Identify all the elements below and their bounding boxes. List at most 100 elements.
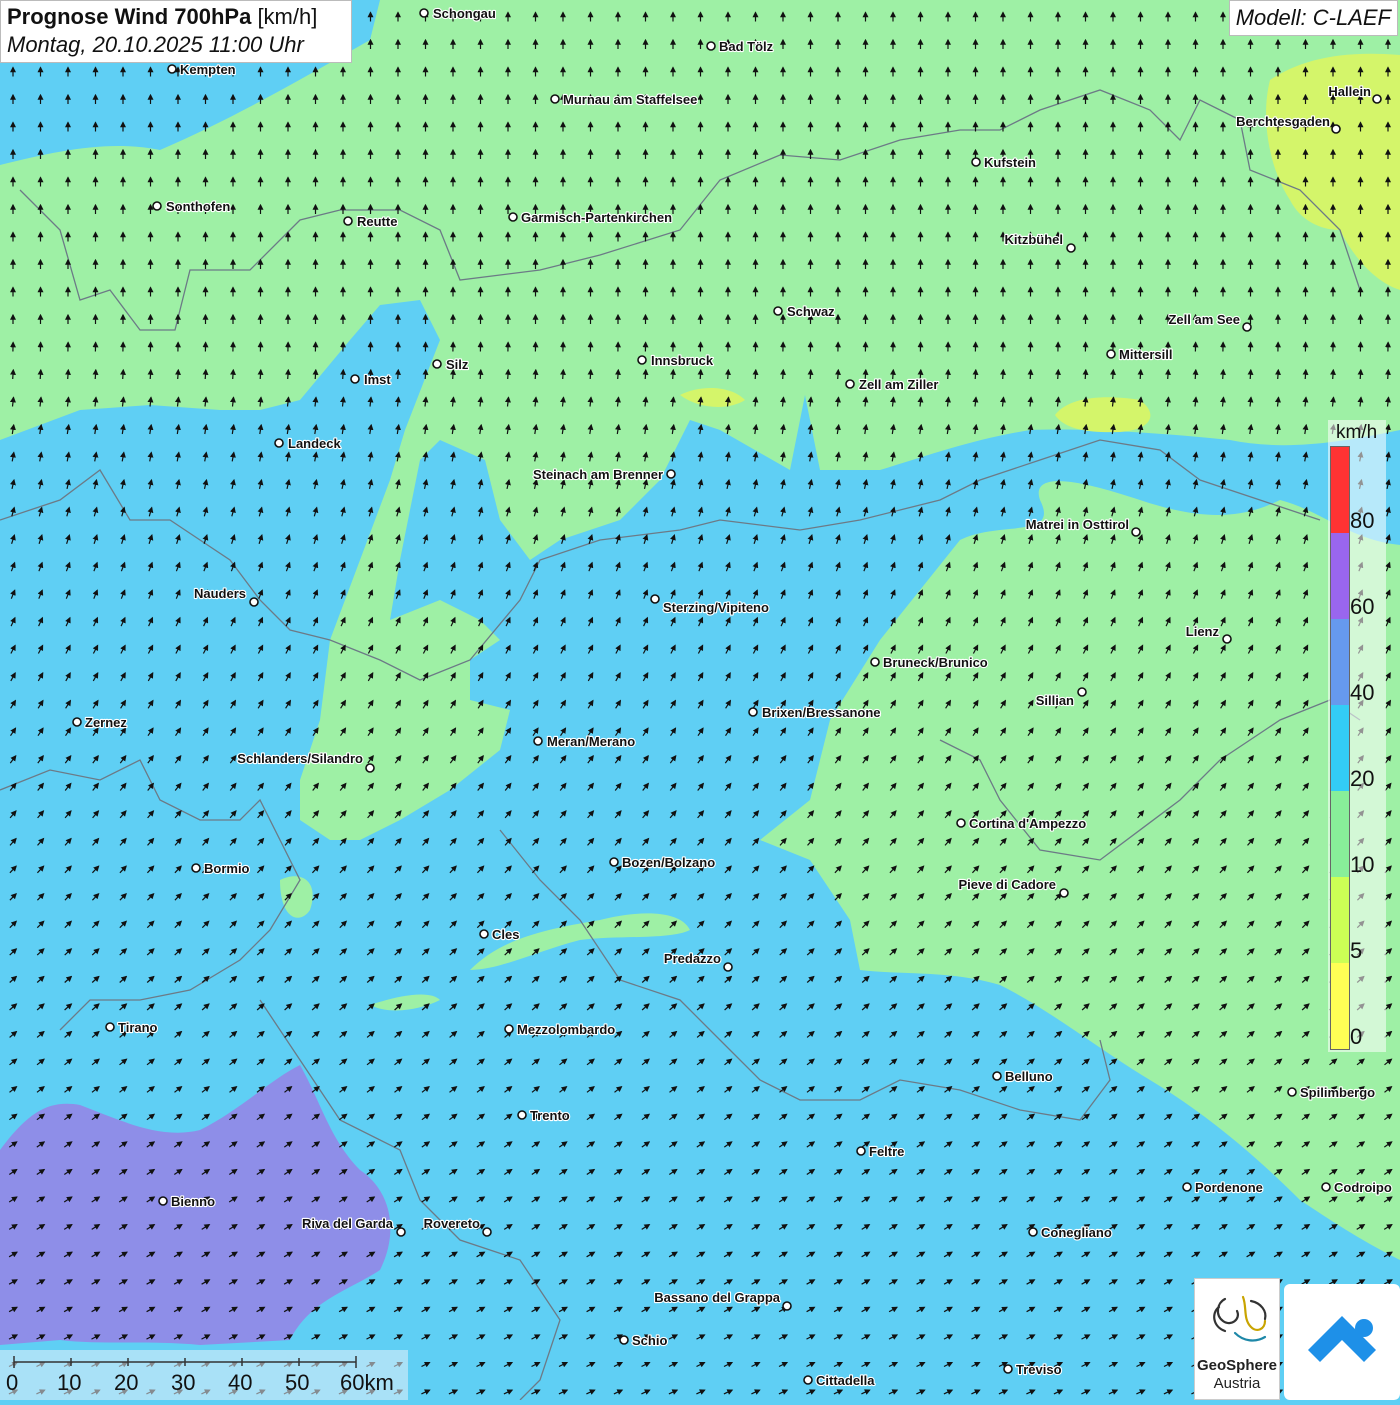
city-dot	[1067, 244, 1075, 252]
wind-arrow	[233, 370, 234, 379]
city-dot	[774, 307, 782, 315]
city-dot	[480, 930, 488, 938]
wind-arrow	[755, 370, 756, 379]
wind-arrow	[1388, 370, 1389, 379]
city-marker: Mezzolombardo	[505, 1022, 615, 1037]
wind-arrow	[315, 370, 316, 379]
legend-tick-60: 60	[1350, 594, 1374, 620]
city-label: Tirano	[118, 1020, 158, 1035]
city-dot	[638, 356, 646, 364]
wind-arrow	[343, 370, 344, 379]
city-dot	[351, 375, 359, 383]
city-dot	[1029, 1228, 1037, 1236]
title: Prognose Wind 700hPa [km/h]	[7, 3, 345, 31]
city-label: Kufstein	[984, 155, 1036, 170]
wind-arrow	[1360, 370, 1361, 379]
geosphere-name-line2: Austria	[1195, 1375, 1279, 1392]
city-label: Schwaz	[787, 304, 835, 319]
wind-arrow	[975, 370, 976, 379]
wind-arrow	[590, 370, 591, 379]
wind-arrow	[260, 370, 261, 379]
legend-tick-0: 0	[1350, 1024, 1362, 1050]
city-marker: Steinach am Brenner	[533, 467, 675, 482]
wind-arrow	[425, 370, 426, 379]
city-label: Berchtesgaden	[1236, 114, 1330, 129]
wind-arrow	[1333, 370, 1334, 379]
city-dot	[397, 1228, 405, 1236]
legend-tick-40: 40	[1350, 680, 1374, 706]
city-label: Schlanders/Silandro	[237, 751, 363, 766]
city-dot	[1332, 125, 1340, 133]
legend-segment-green	[1331, 791, 1349, 877]
wind-arrow	[40, 370, 41, 379]
city-marker: Murnau am Staffelsee	[551, 92, 697, 107]
city-dot	[749, 708, 757, 716]
scale-tick-50: 50	[285, 1370, 309, 1396]
city-label: Schongau	[433, 6, 496, 21]
city-dot	[1107, 350, 1115, 358]
city-dot	[433, 360, 441, 368]
city-label: Lienz	[1186, 624, 1220, 639]
city-dot	[366, 764, 374, 772]
city-marker: Cortina d'Ampezzo	[957, 816, 1086, 831]
city-label: Mezzolombardo	[517, 1022, 615, 1037]
scale-bar: 0 10 20 30 40 50 60km	[0, 1350, 408, 1400]
city-label: Mittersill	[1119, 347, 1172, 362]
city-label: Codroipo	[1334, 1180, 1392, 1195]
city-label: Pordenone	[1195, 1180, 1263, 1195]
city-dot	[651, 595, 659, 603]
city-label: Bozen/Bolzano	[622, 855, 715, 870]
city-marker: Conegliano	[1029, 1225, 1112, 1240]
city-dot	[667, 470, 675, 478]
wind-arrow	[1223, 370, 1224, 379]
city-label: Sterzing/Vipiteno	[663, 600, 769, 615]
scale-tick-30: 30	[171, 1370, 195, 1396]
city-dot	[993, 1072, 1001, 1080]
geosphere-name-line1: GeoSphere	[1195, 1357, 1279, 1374]
city-label: Cortina d'Ampezzo	[969, 816, 1086, 831]
app-logo[interactable]	[1284, 1284, 1400, 1400]
scale-tick-10: 10	[57, 1370, 81, 1396]
wind-arrow	[205, 370, 206, 379]
legend-tick-80: 80	[1350, 508, 1374, 534]
city-label: Brixen/Bressanone	[762, 705, 881, 720]
wind-arrow	[1058, 370, 1059, 379]
city-dot	[534, 737, 542, 745]
wind-map[interactable]: SchongauBad TölzKemptenMurnau am Staffel…	[0, 0, 1400, 1400]
city-label: Hallein	[1328, 84, 1371, 99]
wind-arrow	[700, 370, 701, 379]
city-dot	[1322, 1183, 1330, 1191]
city-label: Imst	[364, 372, 391, 387]
wind-arrow	[1113, 370, 1114, 379]
wind-arrow	[123, 370, 124, 379]
city-marker: Brixen/Bressanone	[749, 705, 881, 720]
legend-segment-yellow-green	[1331, 877, 1349, 963]
legend-segment-purple	[1331, 533, 1349, 619]
wind-arrow	[1168, 370, 1169, 379]
wind-arrow	[178, 370, 179, 379]
city-dot	[192, 864, 200, 872]
city-label: Silz	[446, 357, 469, 372]
model-label: Modell: C-LAEF	[1229, 0, 1398, 36]
wind-arrow	[563, 370, 564, 379]
wind-arrow	[645, 370, 646, 379]
city-dot	[1060, 889, 1068, 897]
legend-tick-20: 20	[1350, 766, 1374, 792]
city-marker: Bruneck/Brunico	[871, 655, 988, 670]
city-dot	[106, 1023, 114, 1031]
geosphere-logo[interactable]: GeoSphere Austria	[1194, 1278, 1280, 1400]
city-label: Kempten	[180, 62, 236, 77]
wind-arrow	[288, 370, 289, 379]
city-dot	[1132, 528, 1140, 536]
city-dot	[972, 158, 980, 166]
city-label: Bruneck/Brunico	[883, 655, 988, 670]
city-label: Reutte	[357, 214, 397, 229]
city-marker: Bozen/Bolzano	[610, 855, 715, 870]
wind-arrow	[810, 370, 811, 379]
title-box: Prognose Wind 700hPa [km/h] Montag, 20.1…	[0, 0, 352, 63]
city-dot	[871, 658, 879, 666]
city-label: Belluno	[1005, 1069, 1053, 1084]
wind-arrow	[838, 370, 839, 379]
legend-segment-blue	[1331, 619, 1349, 705]
city-dot	[957, 819, 965, 827]
